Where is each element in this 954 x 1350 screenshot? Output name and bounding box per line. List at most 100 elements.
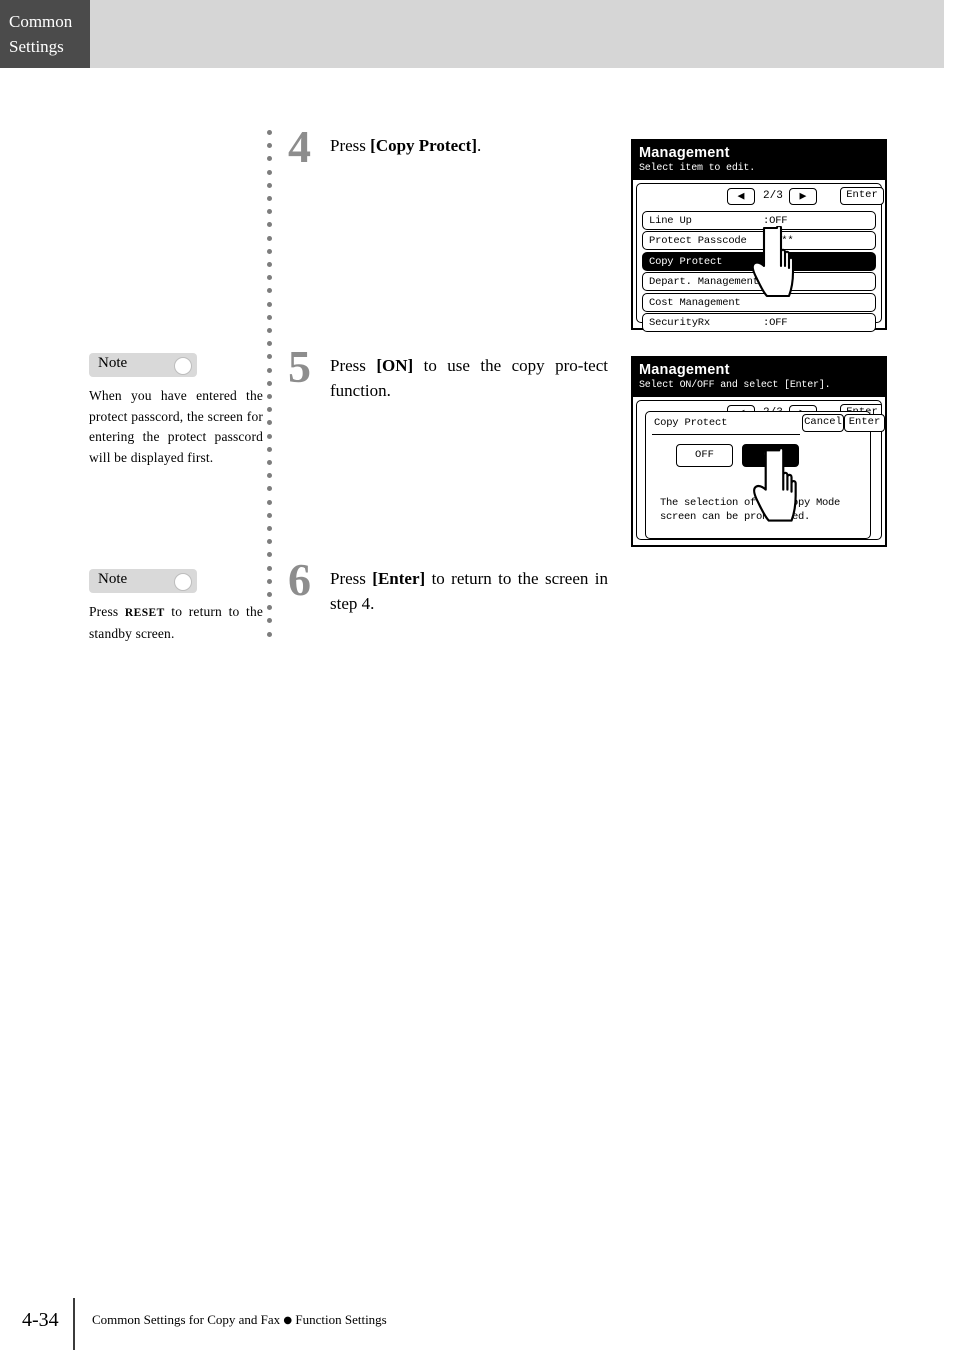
divider-dot: [267, 182, 272, 188]
divider-dot: [267, 209, 272, 215]
lcd1-row-copy-protect[interactable]: Copy Protect :OFF: [642, 251, 876, 271]
column-dot-divider: [267, 130, 272, 637]
divider-dot: [267, 473, 272, 479]
note-circle-icon-2: [174, 573, 192, 591]
divider-dot: [267, 499, 272, 505]
divider-dot: [267, 420, 272, 426]
lcd2-body: ◀ 2/3 ▶ Enter Copy Protect Cancel Enter …: [636, 400, 885, 540]
divider-dot: [267, 248, 272, 254]
lcd-screen-management-list: Management Select item to edit. ◀ 2/3 ▶ …: [631, 139, 887, 332]
lcd1-row-line-up-label: Line Up: [649, 214, 692, 227]
divider-dot: [267, 328, 272, 333]
lcd2-subtitle: Select ON/OFF and select [Enter].: [639, 380, 831, 391]
divider-dot: [267, 380, 272, 386]
lcd-screen-copy-protect-dialog: Management Select ON/OFF and select [Ent…: [631, 356, 887, 547]
prev-page-button[interactable]: ◀: [727, 188, 755, 205]
footer-text-right: Function Settings: [295, 1312, 387, 1327]
page-header-band: [0, 0, 944, 68]
lcd1-title: Management: [639, 145, 730, 161]
divider-dot: [267, 288, 272, 294]
note-body-2-keyword: RESET: [124, 607, 165, 619]
toggle-off-button[interactable]: OFF: [676, 444, 733, 467]
page-indicator: 2/3: [763, 190, 783, 202]
lcd1-row-depart-management[interactable]: Depart. Management: [642, 272, 876, 291]
divider-dot: [267, 565, 272, 571]
divider-dot: [267, 394, 272, 399]
dialog-title: Copy Protect: [654, 417, 728, 429]
note-circle-icon-1: [174, 357, 192, 375]
divider-dot: [267, 526, 272, 531]
chapter-tab: Common Settings: [0, 0, 90, 68]
lcd1-row-line-up[interactable]: Line Up :OFF: [642, 210, 876, 230]
chapter-tab-line2: Settings: [9, 37, 64, 56]
note-label-2: Note: [98, 571, 128, 587]
copy-protect-dialog: Copy Protect Cancel Enter OFF ON The sel…: [645, 411, 885, 539]
step-4-text-bold: [Copy Protect]: [370, 136, 477, 155]
divider-dot: [267, 367, 272, 373]
chapter-tab-line1: Common: [9, 12, 73, 31]
divider-dot: [267, 592, 272, 597]
step-4-number: 4: [288, 121, 311, 172]
lcd1-row-protect-passcode[interactable]: Protect Passcode :****: [642, 231, 876, 250]
step-6-text-pre: Press: [330, 569, 373, 588]
divider-dot: [267, 262, 272, 267]
footer-breadcrumb: Common Settings for Copy and Fax ● Funct…: [92, 1311, 387, 1330]
footer-text-left: Common Settings for Copy and Fax: [92, 1312, 281, 1327]
divider-dot: [267, 143, 272, 149]
lcd1-row-protect-passcode-value: :****: [763, 235, 794, 247]
divider-dot: [267, 486, 272, 492]
divider-dot: [267, 275, 272, 281]
note-block-2: Note Press RESET to return to the standb…: [89, 569, 263, 644]
divider-dot: [267, 301, 272, 307]
footer-divider: [73, 1298, 75, 1350]
page-footer: 4-34 Common Settings for Copy and Fax ● …: [0, 1298, 954, 1350]
divider-dot: [267, 341, 272, 347]
divider-dot: [267, 552, 272, 558]
lcd1-body: ◀ 2/3 ▶ Enter Line Up :OFF Protect Passc…: [636, 183, 884, 332]
divider-dot: [267, 314, 272, 320]
note-label-1: Note: [98, 355, 128, 371]
lcd1-row-cost-management[interactable]: Cost Management: [642, 292, 876, 312]
divider-dot: [267, 460, 272, 465]
note-block-1: Note When you have entered the protect p…: [89, 353, 263, 468]
step-4-text-post: .: [477, 136, 482, 155]
note-body-2: Press RESET to return to the standby scr…: [89, 602, 263, 644]
divider-dot: [267, 169, 272, 175]
step-5-text-bold: [ON]: [376, 356, 414, 375]
lcd2-title: Management: [639, 362, 730, 378]
divider-dot: [267, 222, 272, 228]
lcd1-row-depart-management-label: Depart. Management: [649, 276, 759, 288]
divider-dot: [267, 631, 272, 637]
footer-bullet-icon: ●: [283, 1315, 293, 1327]
note-header-bar-1: Note: [89, 353, 197, 377]
lcd1-row-copy-protect-label: Copy Protect: [649, 255, 723, 268]
left-arrow-icon: ◀: [737, 191, 745, 201]
lcd1-nav-row: ◀ 2/3 ▶ Enter: [641, 187, 884, 209]
lcd1-row-cost-management-label: Cost Management: [649, 296, 741, 309]
dialog-enter-button[interactable]: Enter: [844, 414, 885, 432]
lcd1-row-line-up-value: :OFF: [763, 214, 788, 227]
toggle-on-button[interactable]: ON: [742, 444, 799, 467]
enter-button[interactable]: Enter: [840, 187, 884, 205]
step-5-text-pre: Press: [330, 356, 377, 375]
divider-dot: [267, 539, 272, 545]
right-arrow-icon: ▶: [799, 191, 807, 201]
dialog-title-rule: [652, 434, 800, 435]
divider-dot: [267, 446, 272, 452]
divider-dot: [267, 156, 272, 162]
note-body-1: When you have entered the protect passco…: [89, 388, 263, 465]
dialog-cancel-button[interactable]: Cancel: [802, 414, 844, 432]
divider-dot: [267, 578, 272, 584]
footer-page-number: 4-34: [22, 1309, 59, 1331]
next-page-button[interactable]: ▶: [789, 188, 817, 205]
step-6-number: 6: [288, 554, 311, 605]
step-6-text: Press [Enter] to return to the screen in…: [330, 566, 608, 616]
lcd1-row-securityrx-label: SecurityRx: [649, 317, 711, 329]
step-5-number: 5: [288, 341, 311, 392]
lcd1-row-securityrx[interactable]: SecurityRx :OFF: [642, 313, 876, 332]
divider-dot: [267, 512, 272, 518]
lcd1-subtitle: Select item to edit.: [639, 163, 756, 174]
lcd1-title-bar: Management Select item to edit.: [633, 141, 885, 180]
divider-dot: [267, 196, 272, 201]
lcd2-title-bar: Management Select ON/OFF and select [Ent…: [633, 358, 885, 397]
